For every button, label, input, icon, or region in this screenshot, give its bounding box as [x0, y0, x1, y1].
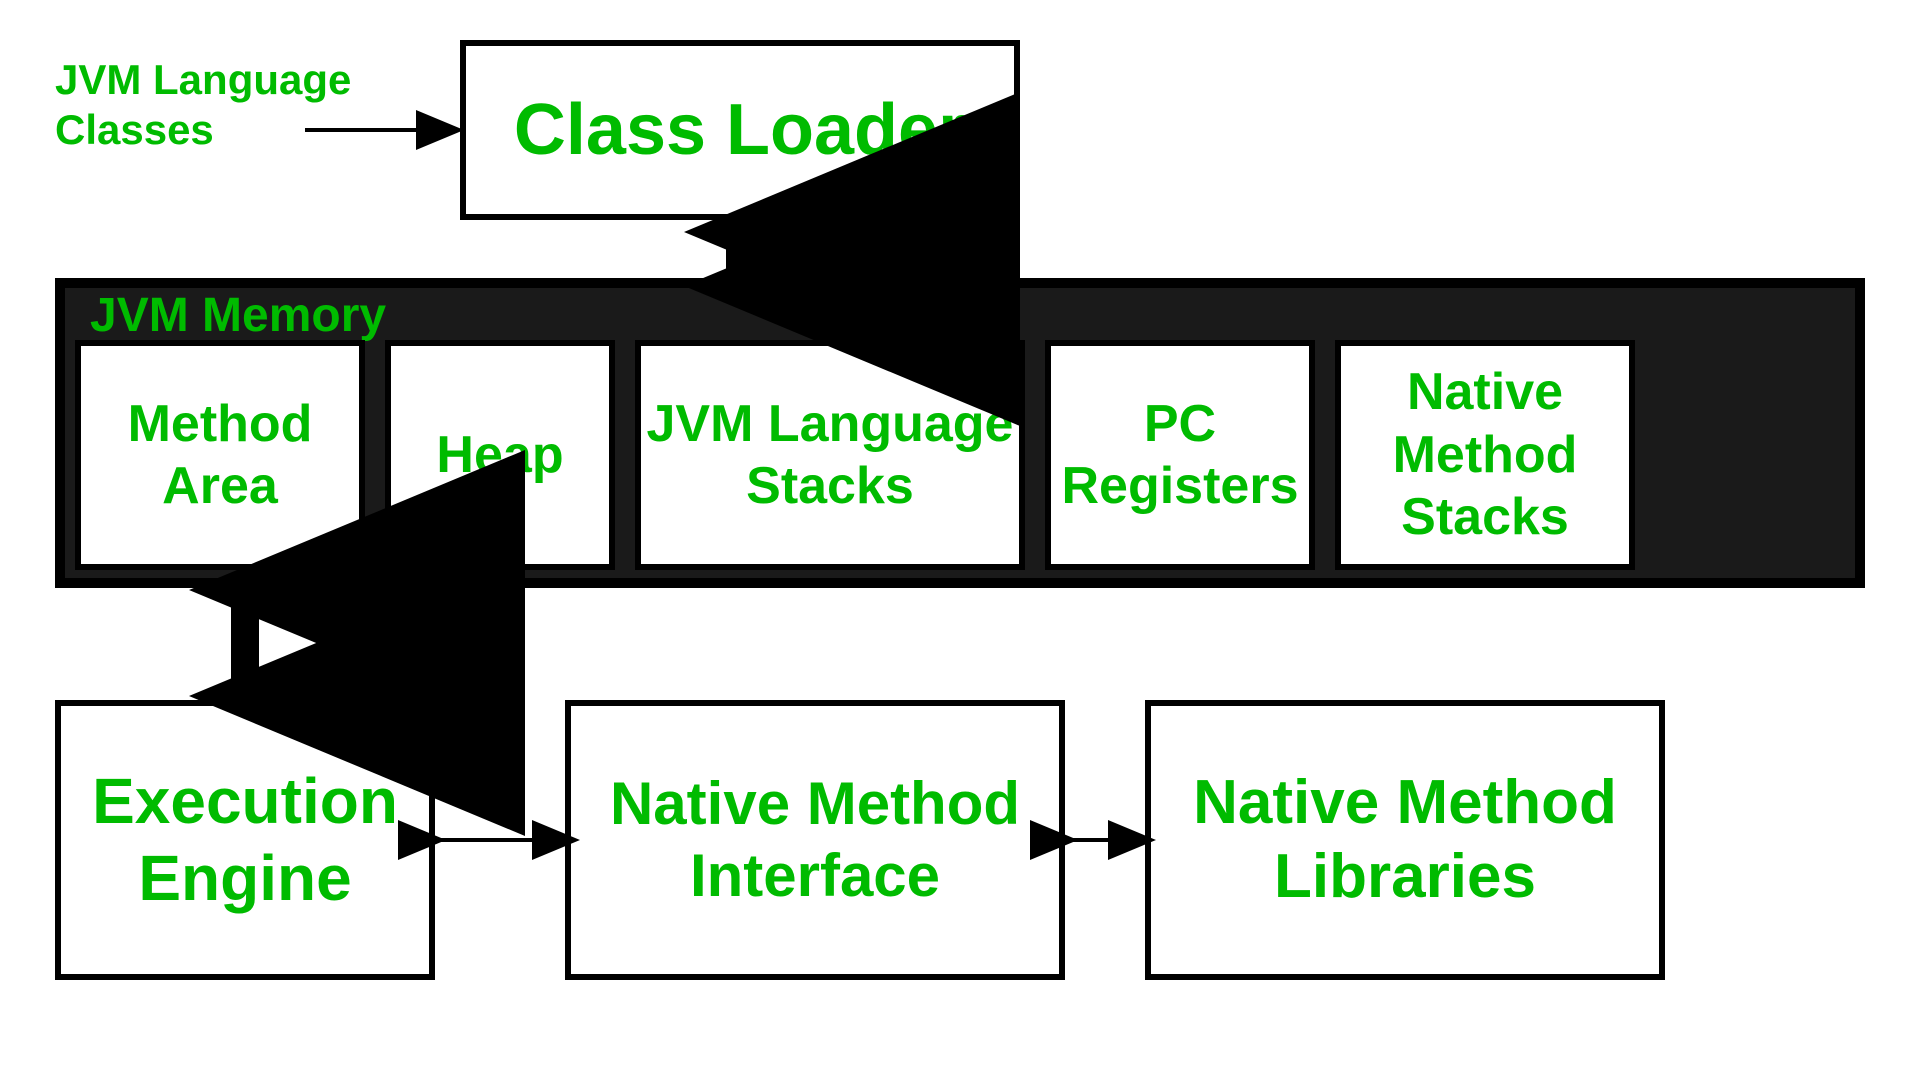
native-method-libraries-box: Native MethodLibraries [1145, 700, 1665, 980]
execution-engine-box: ExecutionEngine [55, 700, 435, 980]
native-method-stacks-box: NativeMethodStacks [1335, 340, 1635, 570]
pc-registers-box: PCRegisters [1045, 340, 1315, 570]
native-method-libraries-label: Native MethodLibraries [1193, 766, 1617, 915]
jvm-language-classes-label: JVM LanguageClasses [55, 55, 351, 156]
native-method-interface-box: Native MethodInterface [565, 700, 1065, 980]
bottom-row-container: ExecutionEngine Native MethodInterface N… [55, 700, 1665, 980]
memory-boxes-container: MethodArea Heap JVM LanguageStacks PCReg… [75, 340, 1635, 570]
jvm-language-stacks-label: JVM LanguageStacks [647, 393, 1014, 518]
jvm-memory-label: JVM Memory [90, 288, 386, 343]
execution-engine-label: ExecutionEngine [92, 763, 398, 917]
method-area-box: MethodArea [75, 340, 365, 570]
heap-label: Heap [436, 424, 563, 486]
heap-box: Heap [385, 340, 615, 570]
jvm-language-stacks-box: JVM LanguageStacks [635, 340, 1025, 570]
pc-registers-label: PCRegisters [1062, 393, 1299, 518]
method-area-label: MethodArea [128, 393, 313, 518]
native-method-interface-label: Native MethodInterface [610, 768, 1020, 912]
class-loader-label: Class Loader [514, 89, 966, 171]
jvm-architecture-diagram: JVM LanguageClasses Class Loader JVM Mem… [0, 0, 1920, 1080]
class-loader-box: Class Loader [460, 40, 1020, 220]
native-method-stacks-label: NativeMethodStacks [1393, 361, 1578, 548]
